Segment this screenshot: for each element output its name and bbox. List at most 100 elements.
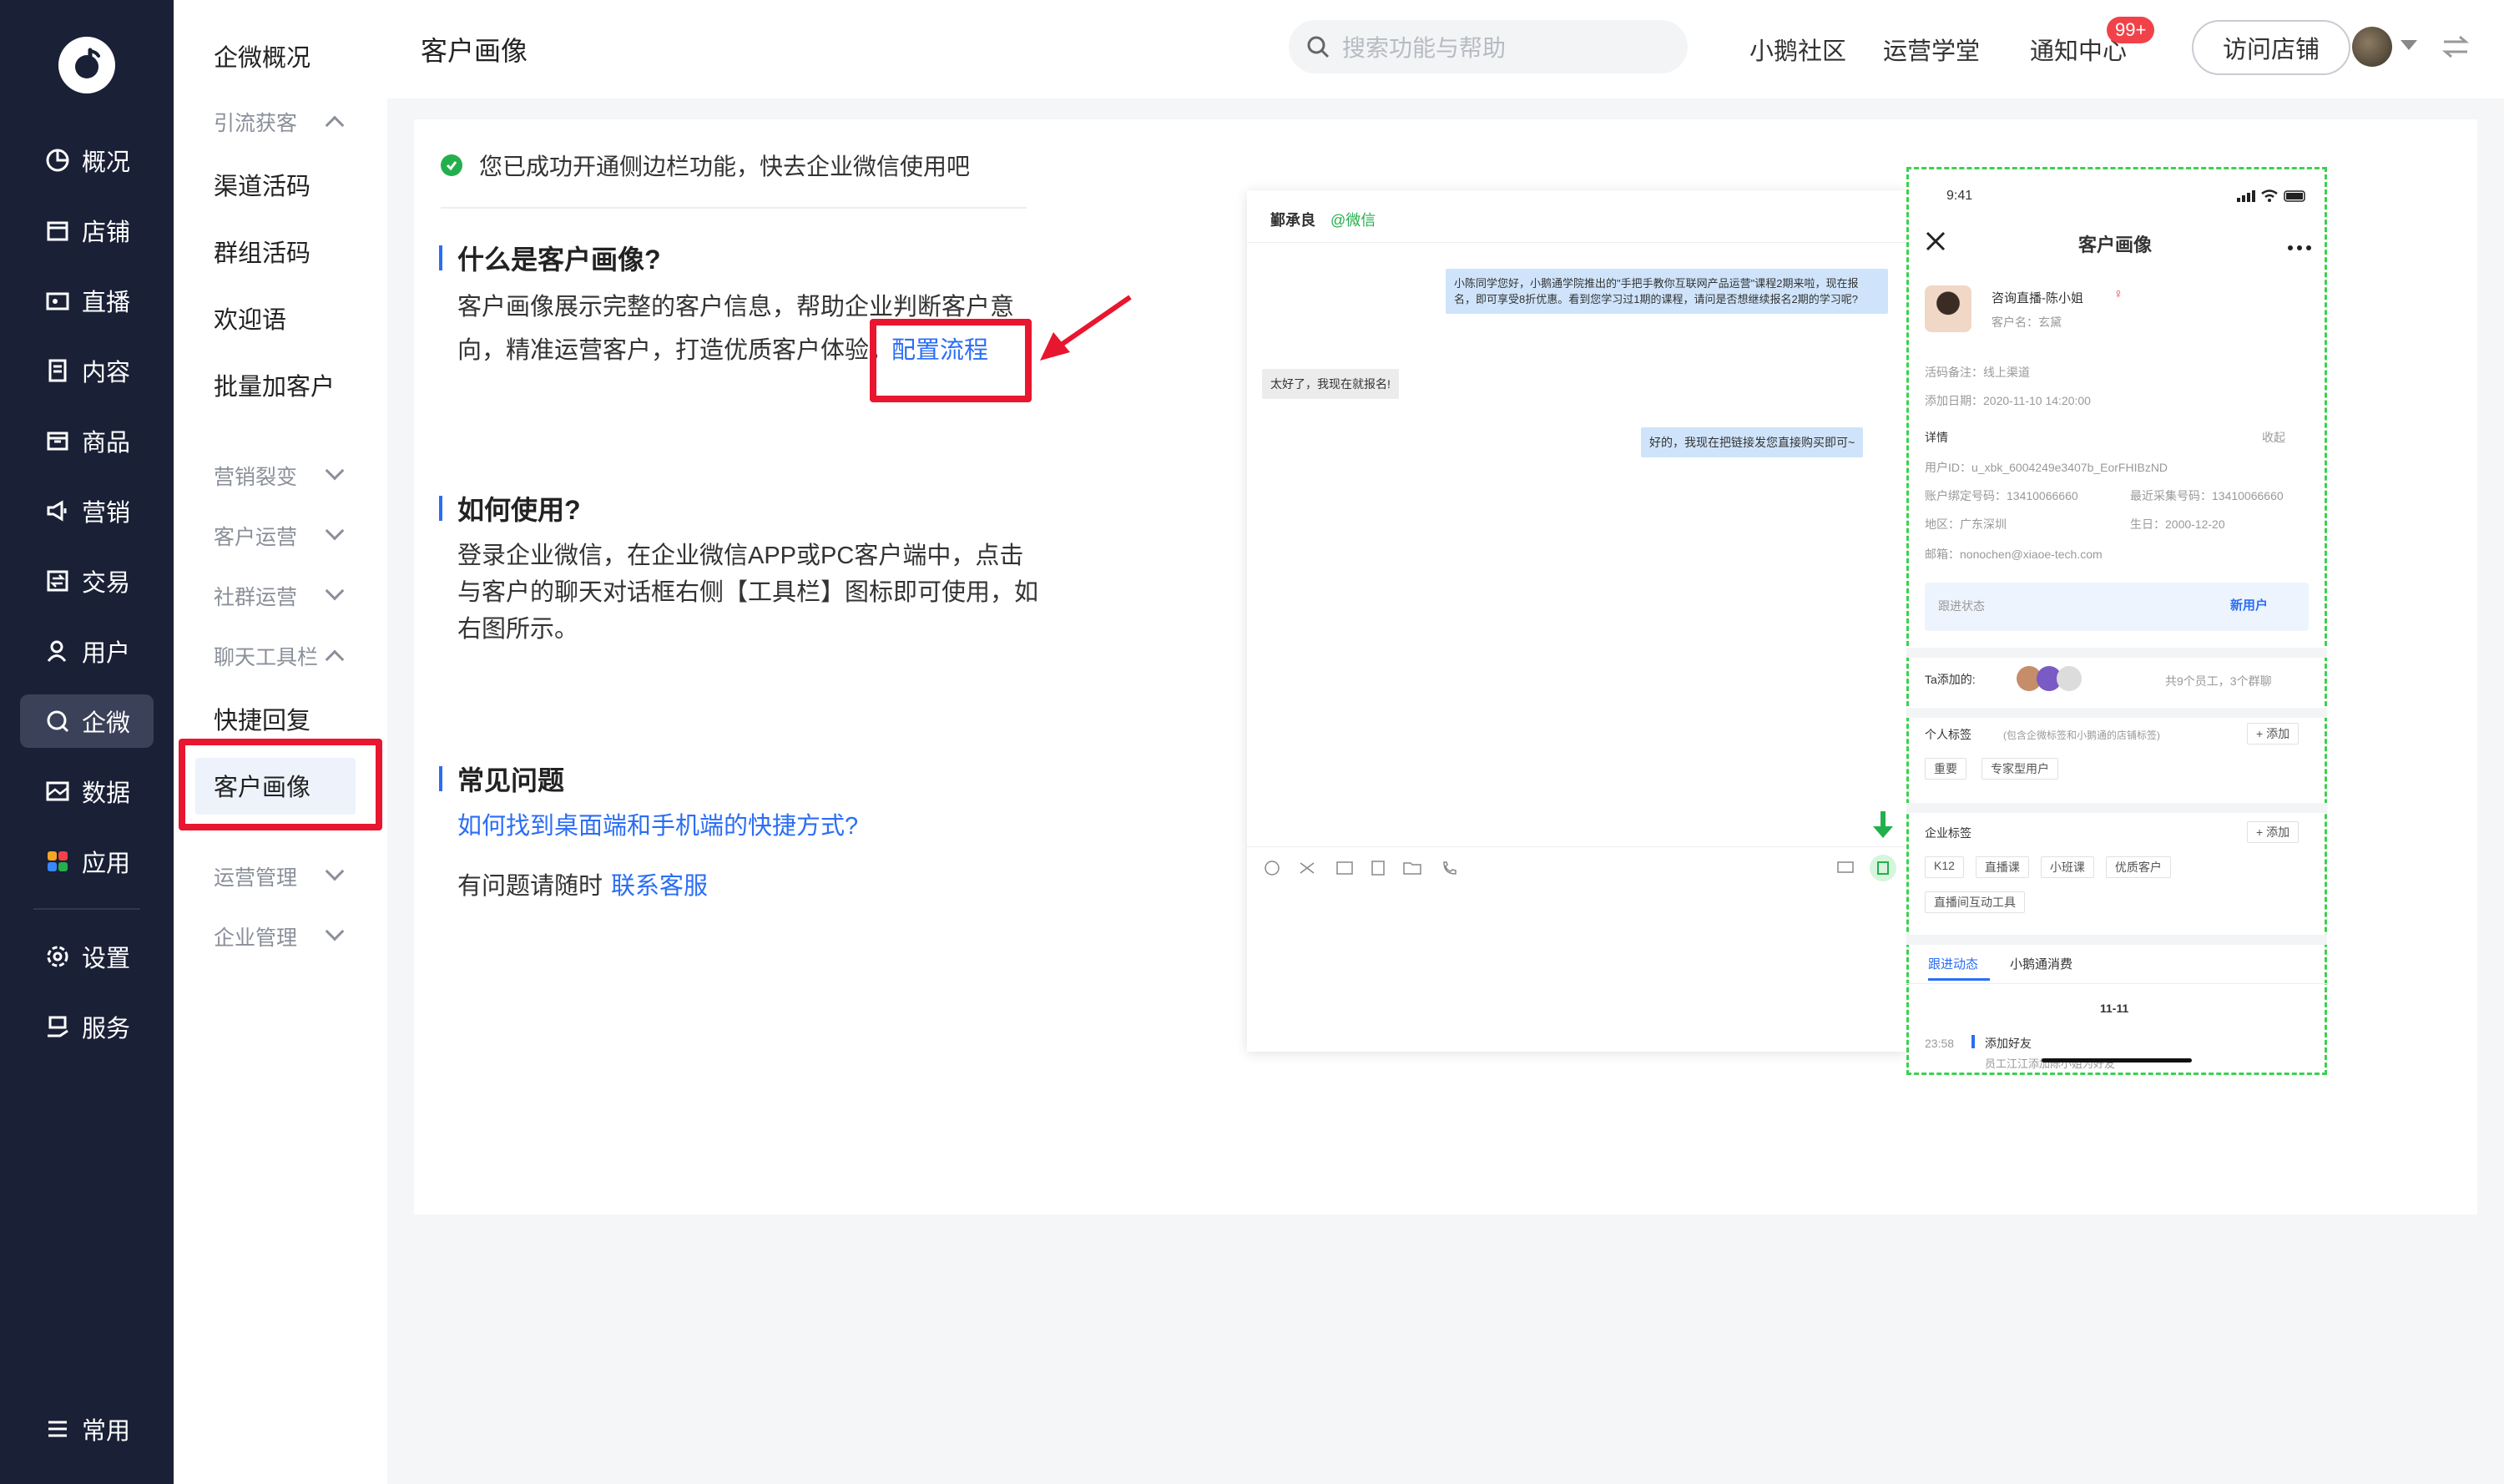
sub-quick-reply[interactable]: 快捷回复 (214, 701, 310, 736)
wecom-chat-icon (43, 707, 72, 735)
nav-label: 店铺 (82, 220, 131, 246)
nav-transactions[interactable]: 交易 (20, 554, 154, 608)
nav-store[interactable]: 店铺 (20, 204, 154, 257)
emoji-icon (1265, 861, 1280, 876)
sub-group-operation[interactable]: 运营管理 (214, 861, 297, 891)
section-title-how: 如何使用? (439, 489, 581, 527)
phone-divider (1906, 708, 2327, 718)
sub-group-chat-toolbar[interactable]: 聊天工具栏 (214, 641, 318, 671)
log-time: 23:58 (1925, 1037, 1955, 1050)
nav-label: 概况 (82, 149, 131, 176)
app-logo[interactable] (58, 37, 115, 93)
nav-data[interactable]: 数据 (20, 765, 154, 818)
sub-wecom-overview[interactable]: 企微概况 (214, 38, 310, 73)
section-text-how-1: 登录企业微信，在企业微信APP或PC客户端中，点击 (457, 543, 1024, 569)
sub-group-enterprise[interactable]: 企业管理 (214, 921, 297, 951)
sub-channel-qrcode[interactable]: 渠道活码 (214, 167, 310, 202)
nav-products[interactable]: 商品 (20, 414, 154, 467)
chat-contact-name: 鄞承良 (1270, 212, 1315, 229)
log-subtitle: 员工江江添加陈小姐为好友 (1985, 1057, 2116, 1070)
sub-customer-profile[interactable]: 客户画像 (214, 768, 310, 803)
corp-tag-list: K12 直播课 小班课 优质客户 (1925, 856, 2171, 878)
battery-icon (2284, 190, 2305, 202)
service-hand-icon (43, 1012, 72, 1041)
search-input[interactable]: 搜索功能与帮助 (1289, 20, 1688, 73)
wifi-icon (2261, 189, 2278, 202)
page-title: 客户画像 (421, 36, 528, 66)
nav-service[interactable]: 服务 (20, 1000, 154, 1053)
nav-wecom[interactable]: 企微 (20, 694, 154, 748)
nav-apps[interactable]: 应用 (20, 835, 154, 888)
sub-bulk-add[interactable]: 批量加客户 (214, 367, 335, 402)
nav-divider (33, 908, 140, 910)
pie-chart-icon (43, 146, 72, 174)
nav-content[interactable]: 内容 (20, 344, 154, 397)
faq-shortcut-link[interactable]: 如何找到桌面端和手机端的快捷方式? (457, 808, 858, 845)
product-box-icon (43, 427, 72, 455)
nav-overview[interactable]: 概况 (20, 134, 154, 187)
academy-link[interactable]: 运营学堂 (1883, 32, 1980, 67)
female-icon: ♀ (2113, 287, 2123, 301)
log-date: 11-11 (2100, 1002, 2129, 1015)
nav-marketing[interactable]: 营销 (20, 484, 154, 538)
sub-group-fission[interactable]: 营销裂变 (214, 461, 297, 491)
log-subtitle-clip: 员工江江添加陈小姐为好友 (1985, 1055, 2185, 1070)
tag: 直播课 (1975, 856, 2029, 878)
signal-icon (2237, 190, 2255, 202)
chat-divider (1247, 242, 1906, 243)
switch-icon[interactable] (2441, 30, 2471, 68)
tag: 直播间互动工具 (1925, 891, 2025, 913)
tag: 重要 (1925, 758, 1966, 780)
nav-label: 应用 (82, 851, 131, 877)
nav-label: 商品 (82, 430, 131, 457)
phone-divider (1906, 803, 2327, 813)
tab-consumption: 小鹅通消费 (2010, 957, 2073, 972)
personal-tags-hint: (包含企微标签和小鹅通的店铺标签) (2003, 729, 2160, 741)
contact-support-link[interactable]: 联系客服 (611, 868, 708, 905)
ta-summary: 共9个员工，3个群聊 (2165, 674, 2272, 688)
nav-label: 直播 (82, 290, 131, 316)
visit-store-button[interactable]: 访问店铺 (2192, 20, 2350, 75)
sub-group-qrcode[interactable]: 群组活码 (214, 234, 310, 269)
phone-divider (1906, 648, 2327, 658)
nav-label: 内容 (82, 360, 131, 386)
config-flow-link[interactable]: 配置流程 (891, 332, 988, 369)
sub-welcome[interactable]: 欢迎语 (214, 300, 286, 336)
section-title-what: 什么是客户画像? (439, 239, 661, 277)
collapse-label: 收起 (2262, 431, 2285, 444)
flag-icon (1971, 1035, 1975, 1048)
sub-group-community[interactable]: 社群运营 (214, 581, 297, 611)
chat-contact-source: @微信 (1330, 212, 1376, 229)
community-link[interactable]: 小鹅社区 (1749, 32, 1846, 67)
search-icon (1307, 36, 1330, 58)
nav-label: 企微 (82, 710, 131, 737)
follow-status-label: 跟进状态 (1938, 599, 1985, 613)
phone-icon (1443, 861, 1456, 875)
nav-favorites[interactable]: 常用 (20, 1402, 154, 1456)
tab-underline (1928, 978, 1990, 981)
check-circle-icon (441, 154, 462, 176)
nav-settings[interactable]: 设置 (20, 930, 154, 983)
section-title-faq: 常见问题 (439, 760, 564, 798)
tab-divider (1906, 983, 2327, 984)
sub-group-traffic[interactable]: 引流获客 (214, 107, 297, 137)
tag: 专家型用户 (1981, 758, 2058, 780)
folder-icon (1403, 862, 1421, 875)
customer-photo (1925, 285, 1971, 332)
nav-label: 服务 (82, 1016, 131, 1042)
nav-users[interactable]: 用户 (20, 624, 154, 678)
ta-added-label: Ta添加的: (1925, 673, 1976, 686)
caret-down-icon[interactable] (2401, 40, 2417, 50)
corp-tags-label: 企业标签 (1925, 826, 1971, 840)
tag: 小班课 (2040, 856, 2094, 878)
detail-label: 详情 (1925, 431, 1948, 444)
tag: 优质客户 (2105, 856, 2171, 878)
added-date: 添加日期：2020-11-10 14:20:00 (1925, 394, 2091, 407)
sub-group-customer-ops[interactable]: 客户运营 (214, 521, 297, 551)
chat-message: 小陈同学您好，小鹅通学院推出的"手把手教你互联网产品运营"课程2期来啦，现在报名… (1446, 269, 1888, 314)
avatar[interactable] (2352, 27, 2392, 67)
tab-follow-log: 跟进动态 (1928, 957, 1979, 972)
customer-realname: 客户名：玄黛 (1992, 315, 2062, 329)
nav-live[interactable]: 直播 (20, 274, 154, 327)
search-placeholder: 搜索功能与帮助 (1342, 35, 1507, 61)
